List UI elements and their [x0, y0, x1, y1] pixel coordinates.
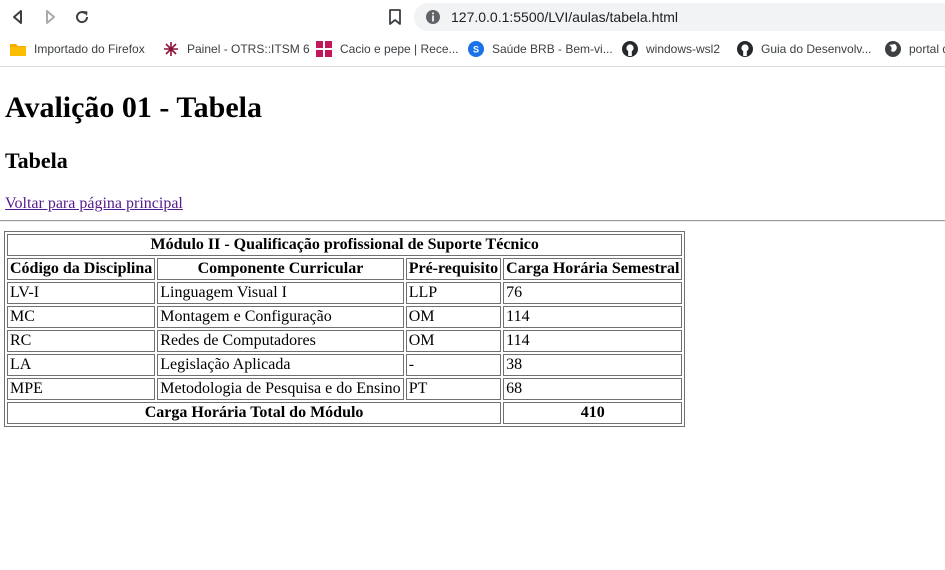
- table-cell: OM: [405, 330, 502, 352]
- bookmark-label: Importado do Firefox: [34, 42, 145, 56]
- table-cell: MC: [7, 306, 156, 328]
- table-cell: 76: [503, 282, 683, 304]
- bookmark-page-button[interactable]: [383, 5, 407, 29]
- browser-toolbar: 127.0.0.1:5500/LVI/aulas/tabela.html: [0, 0, 945, 34]
- forward-button[interactable]: [38, 5, 62, 29]
- page-content: Avalição 01 - Tabela Tabela Voltar para …: [0, 67, 945, 570]
- bookmarks-bar: Importado do Firefox Painel - OTRS::ITSM…: [0, 34, 945, 67]
- curriculum-table: Módulo II - Qualificação profissional de…: [4, 231, 686, 427]
- table-row: MPE Metodologia de Pesquisa e do Ensino …: [7, 378, 683, 400]
- table-row: LV-I Linguagem Visual I LLP 76: [7, 282, 683, 304]
- total-value: 410: [503, 402, 683, 424]
- table-cell: Metodologia de Pesquisa e do Ensino: [157, 378, 404, 400]
- column-header: Código da Disciplina: [7, 258, 156, 280]
- github-icon: [622, 41, 638, 57]
- page-title: Avalição 01 - Tabela: [5, 91, 262, 124]
- table-cell: Linguagem Visual I: [157, 282, 404, 304]
- column-header: Componente Curricular: [157, 258, 404, 280]
- table-row: RC Redes de Computadores OM 114: [7, 330, 683, 352]
- reload-icon: [76, 11, 89, 24]
- table-cell: PT: [405, 378, 502, 400]
- bookmark-icon: [389, 9, 401, 25]
- folder-icon: [10, 41, 26, 57]
- address-bar[interactable]: 127.0.0.1:5500/LVI/aulas/tabela.html: [414, 3, 945, 31]
- site-info-icon[interactable]: [425, 9, 441, 25]
- github-icon: [737, 41, 753, 57]
- table-row: MC Montagem e Configuração OM 114: [7, 306, 683, 328]
- bookmark-label: Cacio e pepe | Rece...: [340, 42, 459, 56]
- recipe-site-icon: [316, 41, 332, 57]
- table-cell: MPE: [7, 378, 156, 400]
- page-subtitle: Tabela: [5, 148, 68, 173]
- table-cell: 38: [503, 354, 683, 376]
- bookmark-label: portal d: [909, 42, 945, 56]
- forward-arrow-icon: [46, 10, 55, 24]
- bookmark-label: Saúde BRB - Bem-vi...: [492, 42, 613, 56]
- reload-button[interactable]: [70, 5, 94, 29]
- bookmark-saude-brb[interactable]: S Saúde BRB - Bem-vi...: [468, 34, 613, 64]
- column-header: Pré-requisito: [405, 258, 502, 280]
- total-label: Carga Horária Total do Módulo: [7, 402, 502, 424]
- bookmark-label: Guia do Desenvolv...: [761, 42, 872, 56]
- svg-text:S: S: [473, 45, 479, 55]
- table-cell: LA: [7, 354, 156, 376]
- bookmark-label: Painel - OTRS::ITSM 6: [187, 42, 310, 56]
- divider: [0, 220, 945, 222]
- table-cell: 68: [503, 378, 683, 400]
- table-caption: Módulo II - Qualificação profissional de…: [7, 234, 683, 256]
- table-cell: Montagem e Configuração: [157, 306, 404, 328]
- bookmark-cacio-e-pepe[interactable]: Cacio e pepe | Rece...: [316, 34, 459, 64]
- table-caption-row: Módulo II - Qualificação profissional de…: [7, 234, 683, 256]
- bookmark-guia-do-desenvolvedor[interactable]: Guia do Desenvolv...: [737, 34, 872, 64]
- url-text[interactable]: 127.0.0.1:5500/LVI/aulas/tabela.html: [451, 9, 678, 25]
- globe-icon: [885, 41, 901, 57]
- table-cell: RC: [7, 330, 156, 352]
- table-header-row: Código da Disciplina Componente Curricul…: [7, 258, 683, 280]
- back-arrow-icon: [13, 10, 22, 24]
- table-cell: LV-I: [7, 282, 156, 304]
- table-cell: Legislação Aplicada: [157, 354, 404, 376]
- column-header: Carga Horária Semestral: [503, 258, 683, 280]
- bookmark-painel-otrs[interactable]: Painel - OTRS::ITSM 6: [163, 34, 310, 64]
- back-button[interactable]: [6, 5, 30, 29]
- brb-icon: S: [468, 41, 484, 57]
- table-total-row: Carga Horária Total do Módulo 410: [7, 402, 683, 424]
- bookmark-portal[interactable]: portal d: [885, 34, 945, 64]
- back-to-home-link[interactable]: Voltar para página principal: [5, 195, 183, 213]
- bookmark-importado-do-firefox[interactable]: Importado do Firefox: [10, 34, 145, 64]
- bookmark-label: windows-wsl2: [646, 42, 721, 56]
- table-cell: -: [405, 354, 502, 376]
- table-cell: OM: [405, 306, 502, 328]
- table-cell: LLP: [405, 282, 502, 304]
- otrs-icon: [163, 41, 179, 57]
- table-cell: 114: [503, 306, 683, 328]
- table-row: LA Legislação Aplicada - 38: [7, 354, 683, 376]
- table-cell: Redes de Computadores: [157, 330, 404, 352]
- table-cell: 114: [503, 330, 683, 352]
- bookmark-windows-wsl2[interactable]: windows-wsl2: [622, 34, 720, 64]
